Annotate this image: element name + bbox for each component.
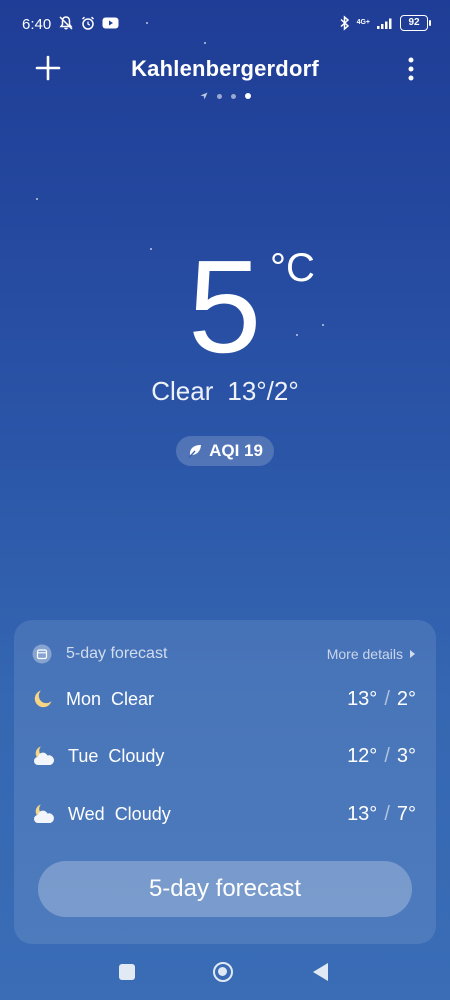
forecast-row[interactable]: Wed Cloudy 13° / 7°	[32, 799, 416, 829]
forecast-low: 3°	[396, 744, 416, 767]
aqi-badge[interactable]: AQI 19	[176, 436, 274, 466]
forecast-row[interactable]: Tue Cloudy 12° / 3°	[32, 741, 416, 771]
status-bar: 6:40 4G+ 92	[0, 0, 450, 50]
forecast-card-header: 5-day forecast More details	[32, 642, 416, 666]
leaf-icon	[188, 445, 202, 458]
forecast-high: 13°	[347, 687, 378, 710]
city-title: Kahlenbergerdorf	[131, 56, 319, 81]
location-arrow-icon	[200, 92, 207, 100]
page-dot	[216, 93, 222, 99]
status-time: 6:40	[22, 16, 52, 33]
star-decoration	[36, 198, 38, 200]
temp-separator: /	[384, 802, 390, 825]
high-low-temperature: 13°/2°	[227, 376, 299, 406]
forecast-day: Tue	[68, 745, 99, 766]
forecast-day: Mon	[66, 688, 102, 709]
forecast-temps: 12° / 3°	[347, 745, 416, 768]
more-details-label: More details	[326, 646, 403, 662]
page-dot	[230, 93, 236, 99]
forecast-condition: Cloudy	[114, 803, 171, 824]
temp-separator: /	[384, 687, 390, 710]
signal-icon	[377, 18, 392, 29]
forecast-low: 2°	[396, 687, 416, 710]
temperature-unit: °C	[270, 246, 315, 290]
status-icons-right: 4G+ 92	[339, 15, 431, 31]
forecast-temps: 13° / 2°	[347, 688, 416, 711]
current-condition: Clear	[151, 376, 214, 406]
alarm-icon	[81, 16, 95, 30]
muted-bell-icon	[59, 16, 73, 30]
network-type-label: 4G+	[356, 19, 370, 26]
forecast-row[interactable]: Mon Clear 13° / 2°	[32, 684, 416, 714]
forecast-condition: Cloudy	[108, 745, 165, 766]
forecast-day: Wed	[68, 803, 105, 824]
star-decoration	[296, 334, 298, 336]
star-decoration	[150, 248, 152, 250]
cloud-moon-icon	[34, 804, 54, 823]
temp-separator: /	[384, 744, 390, 767]
cloud-moon-icon	[34, 746, 54, 765]
youtube-icon	[102, 17, 119, 29]
forecast-low: 7°	[396, 802, 416, 825]
forecast-high: 12°	[347, 744, 378, 767]
home-button[interactable]	[213, 962, 233, 982]
more-details-link[interactable]: More details	[327, 646, 416, 662]
forecast-temps: 13° / 7°	[347, 803, 416, 826]
current-temperature: 5	[188, 233, 262, 380]
city-page-indicator	[0, 92, 450, 100]
five-day-forecast-button[interactable]: 5-day forecast	[38, 861, 412, 917]
back-button[interactable]	[313, 963, 328, 981]
forecast-high: 13°	[347, 802, 378, 825]
forecast-condition: Clear	[111, 688, 155, 709]
recents-button[interactable]	[119, 964, 135, 980]
bluetooth-icon	[340, 15, 349, 31]
calendar-icon	[32, 644, 52, 664]
condition-summary: Clear 13°/2°	[0, 376, 450, 407]
forecast-card-title: 5-day forecast	[66, 645, 168, 662]
page-dot-active	[244, 93, 251, 99]
chevron-right-icon	[410, 650, 415, 658]
more-options-icon[interactable]	[406, 56, 416, 82]
star-decoration	[322, 324, 324, 326]
moon-icon	[34, 690, 52, 708]
forecast-card: 5-day forecast More details Mon Clear 13…	[14, 620, 436, 944]
status-icons-left	[58, 15, 119, 31]
aqi-value: AQI 19	[209, 441, 263, 460]
system-nav-bar	[0, 950, 450, 1000]
battery-indicator: 92	[400, 15, 431, 31]
